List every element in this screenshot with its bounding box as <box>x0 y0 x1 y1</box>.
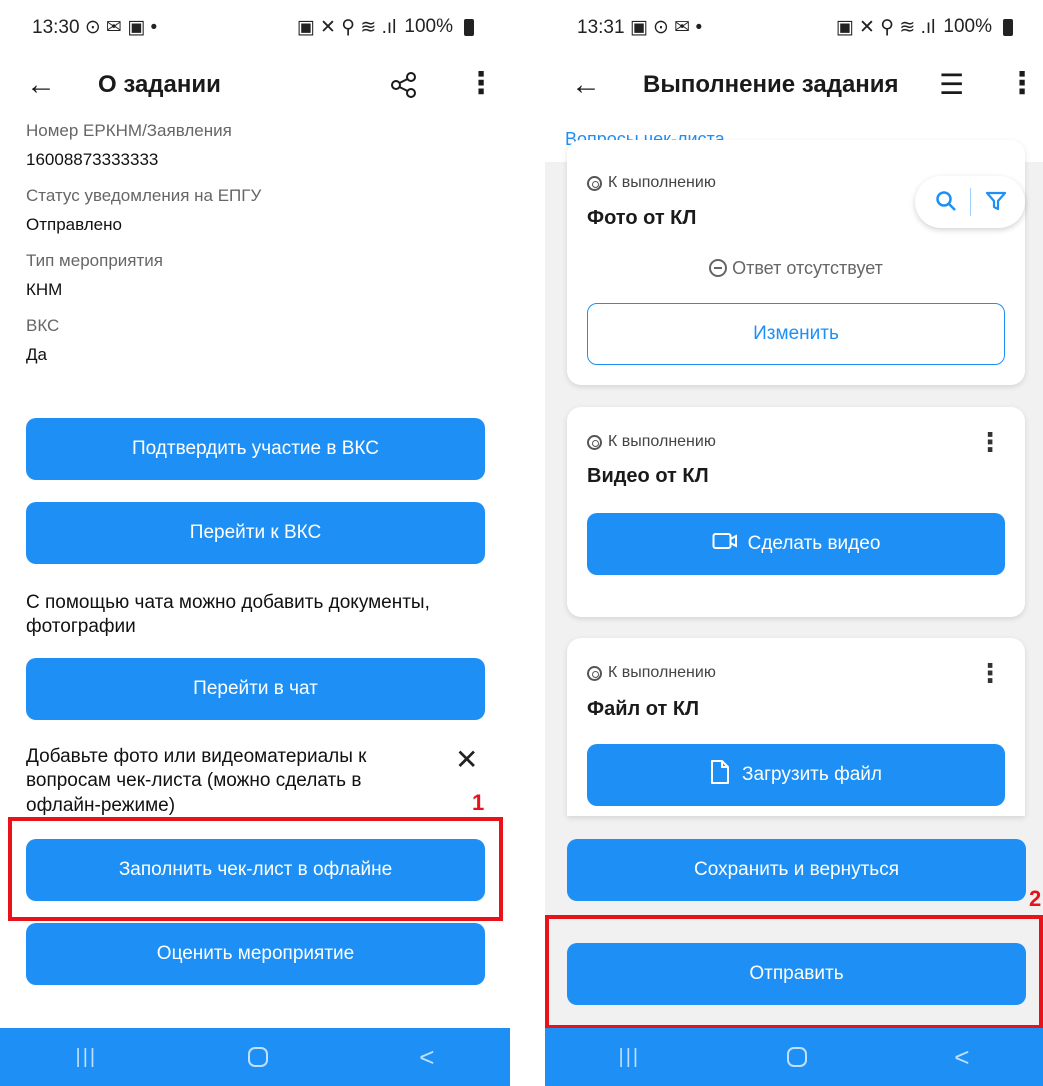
battery-level: 100% <box>404 16 453 37</box>
more-menu-icon[interactable]: ⋮ <box>466 69 496 99</box>
checklist-icon[interactable]: ☰ <box>939 68 964 101</box>
app-bar: ← Выполнение задания ☰ ⋮ <box>545 54 1043 116</box>
field-value: Да <box>26 345 47 364</box>
home-icon[interactable] <box>248 1047 269 1067</box>
video-camera-icon <box>712 531 738 557</box>
card-menu-icon[interactable]: ⋮ <box>977 427 1003 458</box>
change-answer-button[interactable]: Изменить <box>587 303 1005 365</box>
phone-task-execution: 13:31 ▣ ⊙ ✉ • ▣ ✕ ⚲ ≋ .ıl 100% ← Выполнен… <box>545 0 1043 1086</box>
task-status: К выполнению <box>587 433 716 451</box>
close-icon[interactable]: ✕ <box>455 743 478 776</box>
battery-icon <box>464 18 474 36</box>
task-status: К выполнению <box>587 664 716 682</box>
chat-hint-text: С помощью чата можно добавить документы,… <box>26 592 430 638</box>
go-to-chat-button[interactable]: Перейти в чат <box>26 658 485 720</box>
task-status: К выполнению <box>587 174 716 192</box>
divider <box>510 0 545 1086</box>
notification-icons: ▣ ⊙ ✉ • <box>629 16 703 38</box>
filter-icon[interactable] <box>985 190 1007 217</box>
field-value: Отправлено <box>26 215 122 234</box>
field-label: Статус уведомления на ЕПГУ <box>26 186 262 205</box>
status-ring-icon <box>587 665 602 681</box>
battery-level: 100% <box>943 16 992 37</box>
status-ring-icon <box>587 434 602 450</box>
search-icon[interactable] <box>935 190 957 217</box>
question-title: Видео от КЛ <box>587 465 709 487</box>
home-icon[interactable] <box>787 1047 808 1067</box>
status-ring-icon <box>587 175 602 191</box>
battery-icon <box>1003 18 1013 36</box>
back-arrow-icon[interactable]: ← <box>26 70 56 100</box>
page-title: О задании <box>98 71 221 98</box>
fill-checklist-offline-button[interactable]: Заполнить чек-лист в офлайне <box>26 839 485 901</box>
notification-icons: ⊙ ✉ ▣ • <box>84 16 158 38</box>
rate-event-button[interactable]: Оценить мероприятие <box>26 923 485 985</box>
back-arrow-icon[interactable]: ← <box>571 70 601 100</box>
field-label: Номер ЕРКНМ/Заявления <box>26 121 232 140</box>
nav-back-icon[interactable]: < <box>419 1042 434 1073</box>
recent-apps-icon[interactable]: ||| <box>619 1046 641 1069</box>
more-menu-icon[interactable]: ⋮ <box>1007 69 1037 99</box>
field-label: Тип мероприятия <box>26 251 163 270</box>
save-and-return-button[interactable]: Сохранить и вернуться <box>567 839 1026 901</box>
pill-divider <box>970 188 971 216</box>
question-card: К выполнению ⋮ Файл от КЛ Загрузить файл <box>567 638 1025 816</box>
app-bar: ← О задании ⋮ <box>0 54 510 116</box>
field-label: ВКС <box>26 316 60 335</box>
minus-circle-icon <box>709 259 728 277</box>
share-icon[interactable] <box>390 71 418 104</box>
status-bar: 13:30 ⊙ ✉ ▣ • ▣ ✕ ⚲ ≋ .ıl 100% <box>0 0 510 54</box>
field-value: 16008873333333 <box>26 150 159 169</box>
system-icons: ▣ ✕ ⚲ ≋ .ıl <box>296 16 397 38</box>
status-time: 13:30 <box>32 16 80 38</box>
no-answer-label: Ответ отсутствует <box>567 258 1025 279</box>
phone-about-task: 13:30 ⊙ ✉ ▣ • ▣ ✕ ⚲ ≋ .ıl 100% ← О задани… <box>0 0 510 1086</box>
system-nav-bar: ||| < <box>0 1028 510 1086</box>
status-time: 13:31 <box>577 16 625 38</box>
confirm-vks-button[interactable]: Подтвердить участие в ВКС <box>26 418 485 480</box>
nav-back-icon[interactable]: < <box>954 1042 969 1073</box>
send-button[interactable]: Отправить <box>567 943 1026 1005</box>
step-marker-1: 1 <box>472 790 485 815</box>
card-menu-icon[interactable]: ⋮ <box>977 658 1003 689</box>
search-filter-pill <box>915 176 1025 228</box>
screenshot-composite: 13:30 ⊙ ✉ ▣ • ▣ ✕ ⚲ ≋ .ıl 100% ← О задани… <box>0 0 1043 1086</box>
record-video-button[interactable]: Сделать видео <box>587 513 1005 575</box>
go-to-vks-button[interactable]: Перейти к ВКС <box>26 502 485 564</box>
question-title: Файл от КЛ <box>587 698 700 720</box>
question-card: К выполнению ⋮ Видео от КЛ Сделать видео <box>567 407 1025 617</box>
field-value: КНМ <box>26 280 63 299</box>
system-nav-bar: ||| < <box>545 1028 1043 1086</box>
page-title: Выполнение задания <box>643 71 899 98</box>
upload-file-button[interactable]: Загрузить файл <box>587 744 1005 806</box>
media-hint-text: Добавьте фото или видеоматериалы к вопро… <box>26 746 367 816</box>
recent-apps-icon[interactable]: ||| <box>76 1046 98 1069</box>
file-icon <box>710 759 730 791</box>
status-bar: 13:31 ▣ ⊙ ✉ • ▣ ✕ ⚲ ≋ .ıl 100% <box>545 0 1043 54</box>
step-marker-2: 2 <box>1029 886 1042 911</box>
system-icons: ▣ ✕ ⚲ ≋ .ıl <box>835 16 936 38</box>
question-title: Фото от КЛ <box>587 207 697 229</box>
